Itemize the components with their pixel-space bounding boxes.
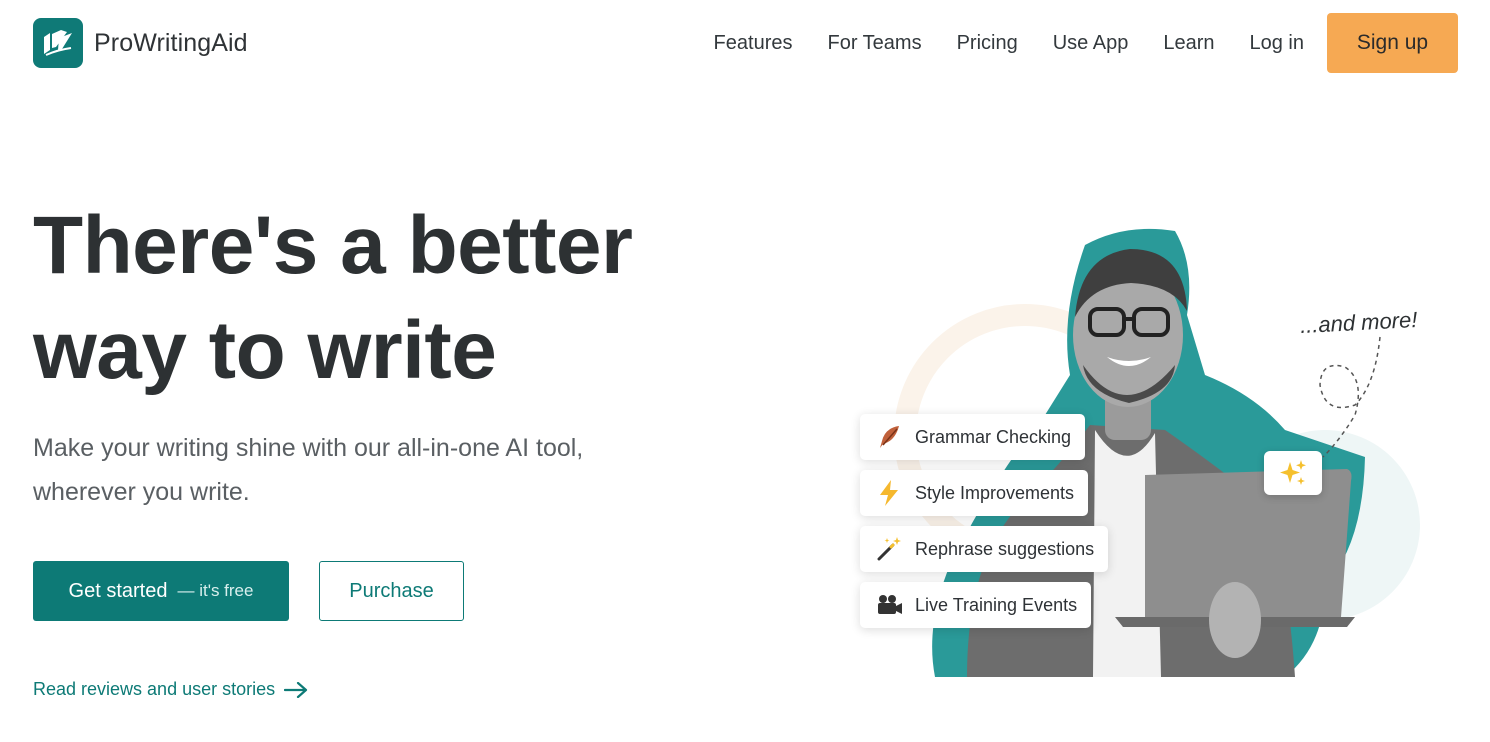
hero-illustration: ...and more! Grammar Checking Style Impr…	[855, 225, 1435, 685]
sparkles-icon	[1280, 460, 1306, 485]
feature-card-label: Live Training Events	[915, 594, 1078, 615]
get-started-label: Get started	[68, 579, 168, 602]
main-nav: Features For Teams Pricing Use App Learn…	[714, 13, 1458, 73]
nav-pricing[interactable]: Pricing	[957, 32, 1018, 55]
nav-features[interactable]: Features	[714, 32, 793, 55]
hero-subtitle: Make your writing shine with our all-in-…	[33, 434, 584, 506]
sparkles-badge	[1264, 451, 1322, 495]
feature-card-label: Grammar Checking	[915, 426, 1072, 447]
lightning-icon	[874, 478, 904, 508]
nav-log-in[interactable]: Log in	[1250, 32, 1305, 55]
sign-up-button[interactable]: Sign up	[1327, 13, 1458, 73]
hero-headline-line-2: way to write	[33, 305, 497, 396]
feature-card-rephrase: Rephrase suggestions	[860, 526, 1109, 572]
hero-headline: There's a better way to write	[33, 193, 633, 403]
purchase-button[interactable]: Purchase	[319, 561, 464, 621]
video-camera-icon	[874, 590, 904, 620]
read-reviews-label: Read reviews and user stories	[33, 679, 276, 699]
site-header: ProWritingAid Features For Teams Pricing…	[0, 0, 1490, 86]
feature-card-label: Style Improvements	[915, 482, 1075, 503]
magic-wand-icon	[874, 534, 904, 564]
feature-card-label: Rephrase suggestions	[915, 538, 1095, 559]
arrow-right-icon	[284, 681, 308, 698]
nav-learn[interactable]: Learn	[1163, 32, 1214, 55]
feature-card-grammar: Grammar Checking	[860, 414, 1086, 460]
feature-card-style: Style Improvements	[860, 470, 1089, 516]
get-started-note: — it's free	[177, 581, 254, 600]
brand-logo-link[interactable]: ProWritingAid	[33, 18, 248, 68]
hero-headline-line-1: There's a better	[33, 200, 633, 291]
feather-icon	[874, 422, 904, 452]
get-started-button[interactable]: Get started — it's free	[33, 561, 289, 621]
nav-use-app[interactable]: Use App	[1053, 32, 1129, 55]
read-reviews-link[interactable]: Read reviews and user stories	[33, 679, 308, 700]
feather-pages-logo-icon	[33, 18, 83, 68]
feature-card-training: Live Training Events	[860, 582, 1092, 628]
brand-name: ProWritingAid	[94, 28, 248, 57]
nav-for-teams[interactable]: For Teams	[827, 32, 921, 55]
